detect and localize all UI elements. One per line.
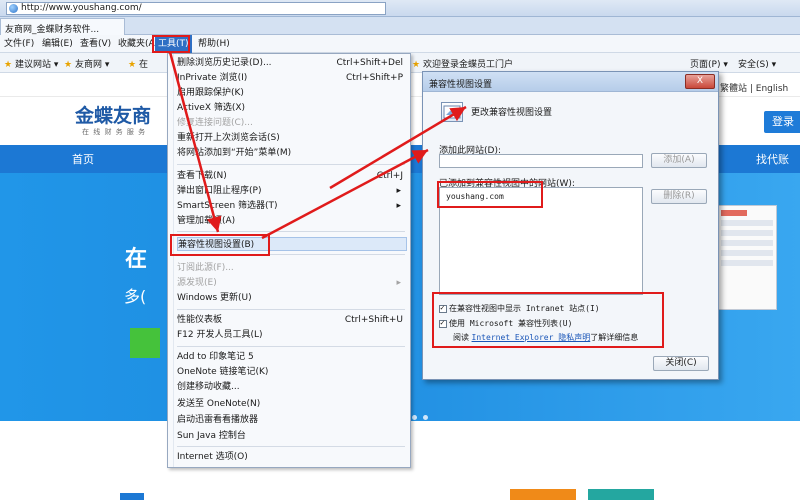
- menu-item-reopen-session[interactable]: 重新打开上次浏览会话(S): [177, 131, 407, 145]
- menu-item-view-downloads[interactable]: 查看下载(N) Ctrl+J: [177, 169, 407, 183]
- login-button[interactable]: 登录: [764, 111, 800, 133]
- preview-row: [721, 230, 773, 236]
- nav-find-accountant[interactable]: 找代账: [756, 151, 789, 167]
- url-text: http://www.youshang.com/: [21, 3, 142, 13]
- favorites-item-partial[interactable]: ★ 在: [128, 57, 148, 70]
- carousel-dot[interactable]: [412, 415, 417, 420]
- toolbar-page[interactable]: 页面(P) ▾: [690, 57, 728, 70]
- submenu-arrow-icon: ▸: [396, 278, 401, 288]
- menu-separator: [177, 164, 405, 165]
- section-heading-block: [120, 493, 144, 500]
- preview-row: [721, 240, 773, 246]
- checkbox-intranet[interactable]: 在兼容性视图中显示 Intranet 站点(I): [439, 303, 600, 314]
- checkbox-checked-icon[interactable]: [439, 318, 447, 328]
- tools-menu: 删除浏览历史记录(D)... Ctrl+Shift+Del InPrivate 浏…: [167, 53, 411, 468]
- submenu-arrow-icon: ▸: [396, 186, 401, 196]
- menu-item-subscribe-feed[interactable]: 订阅此源(F)...: [177, 261, 407, 275]
- menu-edit[interactable]: 编辑(E): [42, 35, 73, 53]
- carousel-dot[interactable]: [423, 415, 428, 420]
- banner-cta-button[interactable]: [130, 328, 160, 358]
- preview-row: [721, 220, 773, 226]
- preview-row: [721, 250, 773, 256]
- menu-item-send-to-onenote[interactable]: 发送至 OneNote(N): [177, 397, 407, 411]
- menu-separator: [177, 254, 405, 255]
- menu-item-onenote-linked[interactable]: OneNote 链接笔记(K): [177, 365, 407, 379]
- menu-item-evernote[interactable]: Add to 印象笔记 5: [177, 350, 407, 364]
- remove-site-button[interactable]: 删除(R): [651, 189, 707, 204]
- toolbar-safety[interactable]: 安全(S) ▾: [738, 57, 776, 70]
- favorites-item-youshang[interactable]: ★ 友商网 ▾: [64, 57, 109, 70]
- dialog-close-action-button[interactable]: 关闭(C): [653, 356, 709, 371]
- menu-help[interactable]: 帮助(H): [198, 35, 230, 53]
- checkbox-microsoft-list[interactable]: 使用 Microsoft 兼容性列表(U): [439, 318, 572, 329]
- compat-view-icon: [441, 102, 463, 122]
- menu-separator: [177, 309, 405, 310]
- promo-tile-teal[interactable]: [588, 489, 654, 500]
- favorites-item-suggested[interactable]: ★ 建议网站 ▾: [4, 57, 58, 70]
- menu-item-smartscreen[interactable]: SmartScreen 筛选器(T) ▸: [177, 199, 407, 213]
- menu-view[interactable]: 查看(V): [80, 35, 111, 53]
- browser-tab[interactable]: 友商网_金蝶财务软件...: [0, 18, 125, 35]
- menu-item-add-to-start[interactable]: 将网站添加到“开始”菜单(M): [177, 146, 407, 160]
- address-bar: http://www.youshang.com/: [0, 0, 800, 17]
- favorites-item-portal[interactable]: ★ 欢迎登录金蝶员工门户: [412, 57, 513, 70]
- menu-item-windows-update[interactable]: Windows 更新(U): [177, 291, 407, 305]
- site-logo[interactable]: 金蝶友商: [75, 101, 151, 128]
- preview-row: [721, 260, 773, 266]
- menu-gutter: [168, 54, 174, 467]
- compat-view-dialog: 兼容性视图设置 X 更改兼容性视图设置 添加此网站(D): 添加(A) 已添加到…: [422, 71, 719, 380]
- url-field[interactable]: http://www.youshang.com/: [6, 2, 386, 15]
- banner-subline: 多(: [124, 287, 147, 306]
- tab-title: 友商网_金蝶财务软件...: [5, 25, 100, 35]
- nav-home[interactable]: 首页: [72, 151, 94, 167]
- menu-item-mobile-favorites[interactable]: 创建移动收藏...: [177, 380, 407, 394]
- menu-item-popup-blocker[interactable]: 弹出窗口阻止程序(P) ▸: [177, 184, 407, 198]
- star-icon: ★: [4, 60, 13, 70]
- background-window: [717, 205, 777, 310]
- menu-item-delete-history[interactable]: 删除浏览历史记录(D)... Ctrl+Shift+Del: [177, 56, 407, 70]
- menu-item-java-console[interactable]: Sun Java 控制台: [177, 429, 407, 443]
- privacy-statement-link[interactable]: Internet Explorer 隐私声明: [472, 333, 591, 342]
- menu-file[interactable]: 文件(F): [4, 35, 34, 53]
- add-site-button[interactable]: 添加(A): [651, 153, 707, 168]
- site-slogan: 在 线 财 务 服 务: [82, 128, 147, 136]
- menu-separator: [177, 446, 405, 447]
- dialog-close-button[interactable]: X: [685, 74, 715, 89]
- checkbox-checked-icon[interactable]: [439, 303, 447, 313]
- promo-tile-orange[interactable]: [510, 489, 576, 500]
- menu-item-performance-dashboard[interactable]: 性能仪表板 Ctrl+Shift+U: [177, 313, 407, 327]
- menu-item-activex-filter[interactable]: ActiveX 筛选(X): [177, 101, 407, 115]
- site-list[interactable]: youshang.com: [439, 187, 643, 295]
- add-site-input[interactable]: [439, 154, 643, 168]
- list-item[interactable]: youshang.com: [446, 192, 504, 201]
- banner-headline: 在: [125, 247, 148, 272]
- tab-strip: 友商网_金蝶财务软件...: [0, 17, 800, 35]
- globe-icon: [9, 4, 18, 13]
- menu-item-compat-view-settings[interactable]: 兼容性视图设置(B): [177, 237, 407, 251]
- menu-item-internet-options[interactable]: Internet 选项(O): [177, 450, 407, 464]
- dialog-title: 兼容性视图设置: [429, 80, 493, 90]
- star-icon: ★: [128, 60, 137, 70]
- menu-item-manage-addons[interactable]: 管理加载项(A): [177, 214, 407, 228]
- star-icon: ★: [412, 60, 421, 70]
- menu-item-fix-connection[interactable]: 修复连接问题(C)...: [177, 116, 407, 130]
- menu-item-inprivate[interactable]: InPrivate 浏览(I) Ctrl+Shift+P: [177, 71, 407, 85]
- privacy-statement-text: 阅读 Internet Explorer 隐私声明了解详细信息: [453, 333, 639, 342]
- menu-separator: [177, 231, 405, 232]
- submenu-arrow-icon: ▸: [396, 201, 401, 211]
- star-icon: ★: [64, 60, 73, 70]
- preview-row: [721, 210, 747, 216]
- menu-favorites[interactable]: 收藏夹(A): [118, 35, 158, 53]
- menu-item-feed-discovery[interactable]: 源发现(E) ▸: [177, 276, 407, 290]
- dialog-heading: 更改兼容性视图设置: [471, 108, 553, 118]
- menu-item-xunlei-player[interactable]: 启动迅雷看看播放器: [177, 413, 407, 427]
- menu-separator: [177, 346, 405, 347]
- dialog-titlebar[interactable]: 兼容性视图设置: [423, 72, 718, 92]
- language-links[interactable]: 繁體站 | English: [720, 81, 788, 94]
- menu-item-f12-devtools[interactable]: F12 开发人员工具(L): [177, 328, 407, 342]
- menu-tools[interactable]: 工具(T): [155, 35, 192, 53]
- menu-bar: 文件(F) 编辑(E) 查看(V) 收藏夹(A) 工具(T) 帮助(H): [0, 35, 800, 53]
- compat-view-icon-graphic: [443, 105, 461, 119]
- menu-item-tracking-protection[interactable]: 启用跟踪保护(K): [177, 86, 407, 100]
